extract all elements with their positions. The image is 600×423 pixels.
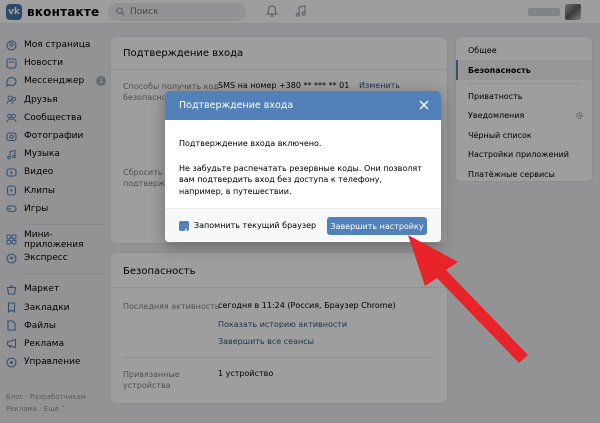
annotation-arrow [408,235,528,363]
